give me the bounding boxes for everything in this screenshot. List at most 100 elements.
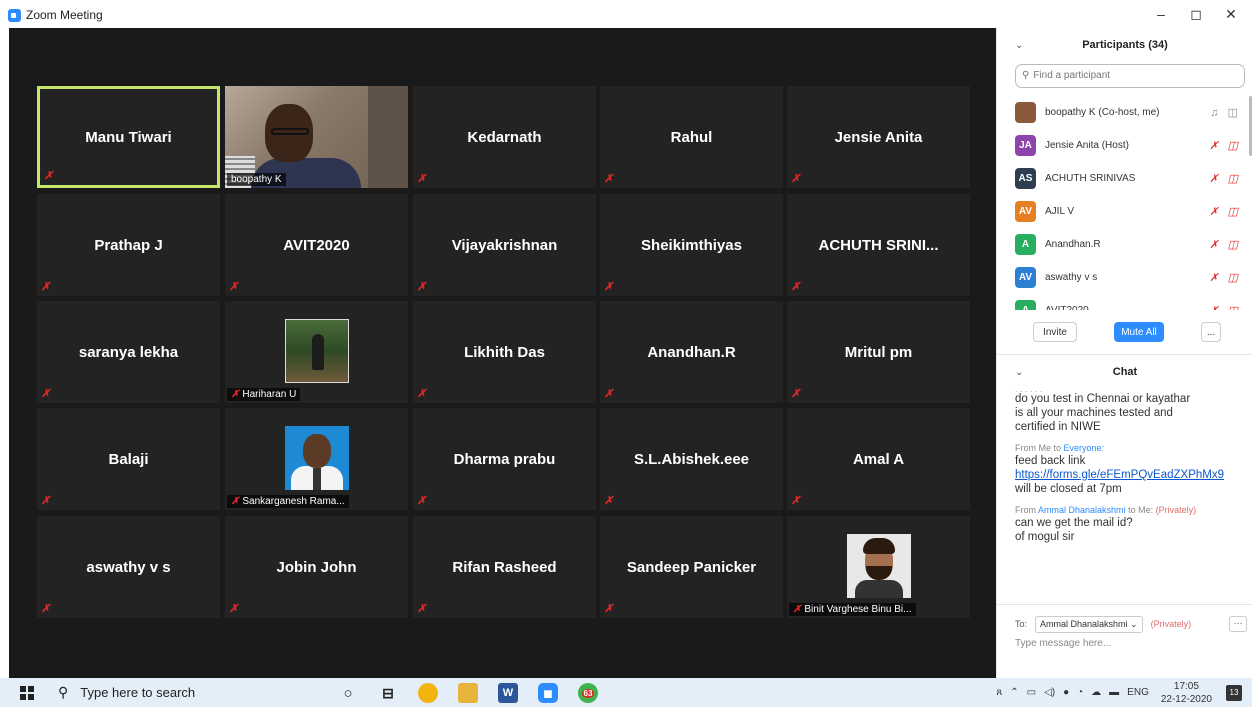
to-label: To: <box>1015 619 1028 629</box>
participant-row[interactable]: boopathy K (Co-host, me) ♫ ◫ <box>997 96 1252 129</box>
close-button[interactable]: ✕ <box>1216 6 1246 23</box>
collapse-participants-icon[interactable]: ⌄ <box>1015 40 1023 51</box>
profile-picture <box>847 534 911 598</box>
participant-row[interactable]: A AVIT2020 ✗ ◫ <box>997 294 1252 310</box>
show-hidden-icon[interactable]: ⌃ <box>1010 687 1018 698</box>
notification-count: 13 <box>1229 688 1239 697</box>
invite-button[interactable]: Invite <box>1033 322 1077 342</box>
chat-message-input[interactable]: Type message here... <box>1015 638 1235 649</box>
video-tile[interactable]: boopathy K <box>225 86 408 188</box>
chat-meta-sender[interactable]: Ammal Dhanalakshmi <box>1038 505 1126 515</box>
chat-meta-private: (Privately) <box>1155 505 1197 515</box>
people-icon[interactable]: ጸ <box>996 687 1002 698</box>
chat-link[interactable]: https://forms.gle/eFEmPQvEadZXPhMx9 <box>1015 468 1240 482</box>
video-tile[interactable]: Prathap J ✗ <box>37 194 220 296</box>
whatsapp-icon[interactable]: 63 <box>578 683 598 703</box>
onedrive-icon[interactable]: ☁ <box>1091 687 1101 698</box>
participant-row[interactable]: AV aswathy v s ✗ ◫ <box>997 261 1252 294</box>
video-tile[interactable]: aswathy v s ✗ <box>37 516 220 618</box>
more-options-button[interactable]: ... <box>1201 322 1221 342</box>
participant-name: Manu Tiwari <box>85 128 172 146</box>
search-icon: ⚲ <box>58 684 69 700</box>
windows-start-icon[interactable] <box>20 686 34 700</box>
volume-icon[interactable]: ◁) <box>1044 687 1055 698</box>
cortana-icon[interactable]: ○ <box>338 683 358 703</box>
avatar: AV <box>1015 201 1036 222</box>
avatar <box>1015 102 1036 123</box>
participant-search-input[interactable]: ⚲ Find a participant <box>1015 64 1245 88</box>
video-tile[interactable]: Amal A ✗ <box>787 408 970 510</box>
zoom-taskbar-icon[interactable]: ◼ <box>538 683 558 703</box>
video-tile[interactable]: ACHUTH SRINI... ✗ <box>787 194 970 296</box>
participant-row[interactable]: AV AJIL V ✗ ◫ <box>997 195 1252 228</box>
video-tile[interactable]: Kedarnath ✗ <box>413 86 596 188</box>
language-indicator[interactable]: ENG <box>1127 687 1149 698</box>
muted-mic-video-off-icon[interactable]: ✗ ◫ <box>1209 139 1241 152</box>
muted-mic-video-off-icon[interactable]: ✗ ◫ <box>1209 205 1241 218</box>
video-tile[interactable]: saranya lekha ✗ <box>37 301 220 403</box>
video-tile[interactable]: Manu Tiwari ✗ <box>37 86 220 188</box>
maximize-button[interactable]: ◻ <box>1181 6 1211 23</box>
muted-mic-icon: ✗ <box>41 281 51 293</box>
video-tile[interactable]: Vijayakrishnan ✗ <box>413 194 596 296</box>
muted-mic-video-off-icon[interactable]: ✗ ◫ <box>1209 238 1241 251</box>
muted-mic-video-off-icon[interactable]: ✗ ◫ <box>1209 172 1241 185</box>
participant-row[interactable]: AS ACHUTH SRINIVAS ✗ ◫ <box>997 162 1252 195</box>
muted-mic-icon: ✗ <box>604 388 614 400</box>
participant-name: Mritul pm <box>844 343 913 361</box>
clock[interactable]: 17:05 22-12-2020 <box>1161 680 1212 706</box>
chat-title: Chat <box>1112 366 1138 378</box>
participant-row[interactable]: A Anandhan.R ✗ ◫ <box>997 228 1252 261</box>
mute-all-button[interactable]: Mute All <box>1114 322 1164 342</box>
video-tile[interactable]: ✗ Sankarganesh Rama... <box>225 408 408 510</box>
wifi-icon[interactable]: ◔ <box>1077 687 1083 698</box>
mic-icon[interactable]: ● <box>1063 687 1069 698</box>
notification-center-icon[interactable]: 13 <box>1226 685 1242 701</box>
video-tile[interactable]: Rifan Rasheed ✗ <box>413 516 596 618</box>
video-gallery: Manu Tiwari ✗ boopathy K Kedarnath ✗ Rahul ✗ Je… <box>9 28 996 678</box>
network-icon[interactable]: ▭ <box>1027 687 1036 698</box>
participant-actions: Invite Mute All ... <box>997 322 1252 346</box>
video-tile[interactable]: Rahul ✗ <box>600 86 783 188</box>
participant-name: aswathy v s <box>1045 272 1098 283</box>
video-tile[interactable]: ✗ Hariharan U <box>225 301 408 403</box>
taskbar-search[interactable]: ⚲ Type here to search <box>48 678 326 707</box>
participant-name: aswathy v s <box>86 558 171 576</box>
video-tile[interactable]: Mritul pm ✗ <box>787 301 970 403</box>
participant-name: AVIT2020 <box>283 236 350 254</box>
video-tile[interactable]: AVIT2020 ✗ <box>225 194 408 296</box>
chat-line: of mogul sir <box>1015 531 1075 543</box>
file-explorer-icon[interactable] <box>458 683 478 703</box>
battery-icon[interactable]: ▬ <box>1109 687 1119 698</box>
video-tile[interactable]: ✗ Binit Varghese Binu Bi... <box>787 516 970 618</box>
video-tile[interactable]: Balaji ✗ <box>37 408 220 510</box>
word-icon[interactable]: W <box>498 683 518 703</box>
chrome-icon[interactable] <box>418 683 438 703</box>
collapse-chat-icon[interactable]: ⌄ <box>1015 367 1023 378</box>
video-tile[interactable]: Anandhan.R ✗ <box>600 301 783 403</box>
participant-caption: boopathy K <box>227 173 286 186</box>
taskbar-search-text: Type here to search <box>80 685 196 700</box>
minimize-button[interactable]: – <box>1146 6 1176 22</box>
video-tile[interactable]: Likhith Das ✗ <box>413 301 596 403</box>
muted-mic-icon: ✗ <box>231 389 240 400</box>
chat-meta-to[interactable]: Everyone: <box>1064 443 1105 453</box>
video-tile[interactable]: S.L.Abishek.eee ✗ <box>600 408 783 510</box>
video-tile[interactable]: Jobin John ✗ <box>225 516 408 618</box>
muted-mic-video-off-icon[interactable]: ✗ ◫ <box>1209 304 1241 310</box>
video-tile[interactable]: Sandeep Panicker ✗ <box>600 516 783 618</box>
chat-more-button[interactable]: ··· <box>1229 616 1247 632</box>
recipient-select[interactable]: Ammal Dhanalakshmi ⌄ <box>1035 615 1143 633</box>
video-tile[interactable]: Sheikimthiyas ✗ <box>600 194 783 296</box>
task-view-icon[interactable]: ⊟ <box>378 683 398 703</box>
video-tile[interactable]: Dharma prabu ✗ <box>413 408 596 510</box>
participant-row[interactable]: JA Jensie Anita (Host) ✗ ◫ <box>997 129 1252 162</box>
participant-name: Likhith Das <box>464 343 545 361</box>
muted-mic-video-off-icon[interactable]: ✗ ◫ <box>1209 271 1241 284</box>
muted-mic-icon: ✗ <box>604 281 614 293</box>
avatar: A <box>1015 234 1036 255</box>
video-tile[interactable]: Jensie Anita ✗ <box>787 86 970 188</box>
profile-picture <box>285 426 349 490</box>
participant-name: Amal A <box>852 450 905 468</box>
mic-video-icon[interactable]: ♫ ◫ <box>1210 106 1241 119</box>
